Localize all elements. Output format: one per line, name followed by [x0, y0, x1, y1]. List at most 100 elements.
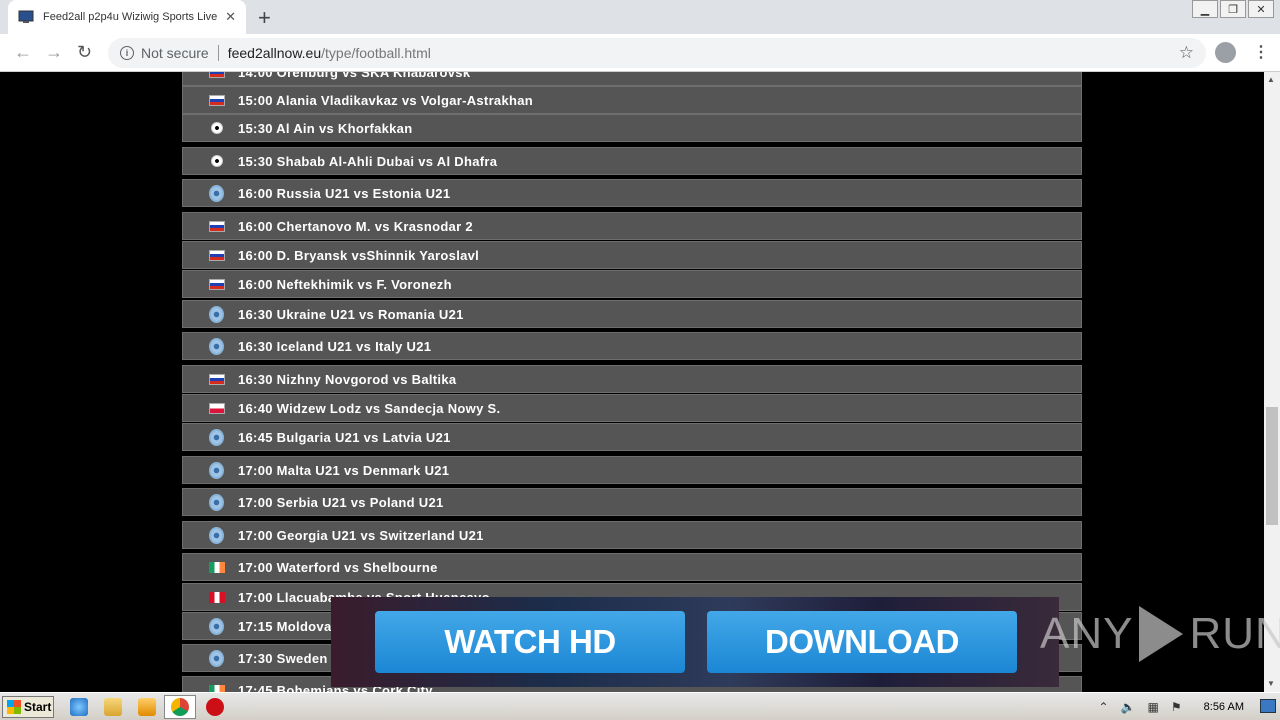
close-window-button[interactable]: ✕ — [1248, 0, 1274, 18]
volume-icon[interactable]: 🔈 — [1121, 700, 1136, 714]
uefa-icon — [209, 337, 224, 355]
divider — [217, 45, 219, 61]
new-tab-button[interactable]: + — [258, 5, 271, 31]
restore-button[interactable]: ❐ — [1220, 0, 1246, 18]
address-bar[interactable]: i Not secure feed2allnow.eu /type/footba… — [108, 38, 1206, 68]
uefa-icon — [209, 428, 224, 446]
start-label: Start — [24, 700, 52, 714]
match-title[interactable]: 16:45 Bulgaria U21 vs Latvia U21 — [238, 430, 451, 445]
match-row[interactable]: 16:30 Iceland U21 vs Italy U21 — [182, 332, 1082, 360]
profile-avatar-icon[interactable] — [1215, 42, 1236, 63]
security-label: Not secure — [141, 45, 209, 61]
match-title[interactable]: 15:30 Al Ain vs Khorfakkan — [238, 121, 412, 136]
uefa-icon — [209, 461, 224, 479]
browser-tab[interactable]: Feed2all p2p4u Wiziwig Sports Live F ✕ — [8, 0, 246, 34]
match-title[interactable]: 16:30 Iceland U21 vs Italy U21 — [238, 339, 431, 354]
scroll-up-icon[interactable]: ▲ — [1267, 75, 1275, 84]
russia-flag-icon — [209, 278, 225, 290]
bookmark-star-icon[interactable]: ☆ — [1179, 43, 1194, 63]
match-row[interactable]: 17:00 Waterford vs Shelbourne — [182, 553, 1082, 581]
windows-logo-icon — [7, 700, 21, 714]
match-row[interactable]: 16:00 Chertanovo M. vs Krasnodar 2 — [182, 212, 1082, 240]
match-title[interactable]: 16:40 Widzew Lodz vs Sandecja Nowy S. — [238, 401, 500, 416]
uefa-icon — [209, 526, 224, 544]
match-row[interactable]: 15:30 Al Ain vs Khorfakkan — [182, 114, 1082, 142]
ireland-flag-icon — [209, 561, 225, 573]
match-row[interactable]: 16:30 Nizhny Novgorod vs Baltika — [182, 365, 1082, 393]
match-row[interactable]: 17:00 Georgia U21 vs Switzerland U21 — [182, 521, 1082, 549]
match-row[interactable]: 16:00 Neftekhimik vs F. Voronezh — [182, 270, 1082, 298]
page-scrollbar[interactable]: ▲ ▼ — [1264, 72, 1280, 692]
watermark-text-left: ANY — [1040, 609, 1134, 658]
network-icon[interactable]: ▦ — [1148, 700, 1159, 714]
folder-icon[interactable] — [104, 698, 122, 716]
start-button[interactable]: Start — [2, 696, 54, 718]
show-desktop-icon[interactable] — [1260, 699, 1276, 713]
url-path: /type/football.html — [321, 45, 431, 61]
uefa-icon — [209, 649, 224, 667]
russia-flag-icon — [209, 373, 225, 385]
action-center-flag-icon[interactable]: ⚑ — [1171, 700, 1182, 714]
poland-flag-icon — [209, 402, 225, 414]
close-tab-icon[interactable]: ✕ — [225, 9, 236, 25]
match-row[interactable]: 15:00 Alania Vladikavkaz vs Volgar-Astra… — [182, 86, 1082, 114]
uefa-icon — [209, 305, 224, 323]
taskbar: Start ⌃ 🔈 ▦ ⚑ 8:56 AM — [0, 692, 1280, 720]
chrome-taskbar-button[interactable] — [164, 695, 196, 719]
uefa-icon — [209, 184, 224, 202]
football-icon — [211, 122, 223, 134]
match-title[interactable]: 15:30 Shabab Al-Ahli Dubai vs Al Dhafra — [238, 154, 497, 169]
match-row[interactable]: 16:00 Russia U21 vs Estonia U21 — [182, 179, 1082, 207]
match-title[interactable]: 17:00 Waterford vs Shelbourne — [238, 560, 438, 575]
download-button[interactable]: DOWNLOAD — [707, 611, 1017, 673]
tray-expand-icon[interactable]: ⌃ — [1099, 700, 1109, 714]
minimize-button[interactable]: ▁ — [1192, 0, 1218, 18]
media-player-icon[interactable] — [138, 698, 156, 716]
clock[interactable]: 8:56 AM — [1204, 701, 1244, 713]
match-row[interactable]: 16:40 Widzew Lodz vs Sandecja Nowy S. — [182, 394, 1082, 422]
match-row[interactable]: 16:00 D. Bryansk vsShinnik Yaroslavl — [182, 241, 1082, 269]
russia-flag-icon — [209, 220, 225, 232]
match-title[interactable]: 16:30 Nizhny Novgorod vs Baltika — [238, 372, 456, 387]
internet-explorer-icon[interactable] — [70, 698, 88, 716]
ad-banner[interactable]: WATCH HD DOWNLOAD — [331, 597, 1059, 687]
match-title[interactable]: 16:00 D. Bryansk vsShinnik Yaroslavl — [238, 248, 479, 263]
match-row[interactable]: 16:45 Bulgaria U21 vs Latvia U21 — [182, 423, 1082, 451]
ireland-flag-icon — [209, 684, 225, 692]
match-row[interactable]: 14:00 Orenburg vs SKA Khabarovsk — [182, 72, 1082, 86]
watch-hd-button[interactable]: WATCH HD — [375, 611, 685, 673]
match-title[interactable]: 17:15 Moldova — [238, 619, 331, 634]
anyrun-watermark: ANY RUN — [1040, 606, 1280, 662]
match-title[interactable]: 16:00 Chertanovo M. vs Krasnodar 2 — [238, 219, 473, 234]
match-title[interactable]: 14:00 Orenburg vs SKA Khabarovsk — [238, 72, 470, 80]
match-title[interactable]: 16:00 Russia U21 vs Estonia U21 — [238, 186, 450, 201]
match-title[interactable]: 17:00 Georgia U21 vs Switzerland U21 — [238, 528, 484, 543]
monitor-icon — [18, 10, 34, 23]
info-icon[interactable]: i — [120, 46, 134, 60]
match-row[interactable]: 16:30 Ukraine U21 vs Romania U21 — [182, 300, 1082, 328]
play-icon — [1139, 606, 1184, 662]
window-controls: ▁ ❐ ✕ — [1190, 0, 1274, 18]
russia-flag-icon — [209, 249, 225, 261]
match-title[interactable]: 17:30 Sweden — [238, 651, 328, 666]
match-title[interactable]: 17:00 Serbia U21 vs Poland U21 — [238, 495, 444, 510]
scroll-down-icon[interactable]: ▼ — [1267, 679, 1275, 688]
match-row[interactable]: 17:00 Malta U21 vs Denmark U21 — [182, 456, 1082, 484]
reload-icon[interactable]: ↻ — [77, 42, 92, 63]
back-icon[interactable]: ← — [14, 42, 32, 63]
match-title[interactable]: 17:00 Malta U21 vs Denmark U21 — [238, 463, 449, 478]
match-row[interactable]: 17:00 Serbia U21 vs Poland U21 — [182, 488, 1082, 516]
match-title[interactable]: 15:00 Alania Vladikavkaz vs Volgar-Astra… — [238, 93, 533, 108]
system-tray: ⌃ 🔈 ▦ ⚑ 8:56 AM — [1099, 693, 1280, 720]
opera-icon[interactable] — [206, 698, 224, 716]
russia-flag-icon — [209, 94, 225, 106]
match-title[interactable]: 16:30 Ukraine U21 vs Romania U21 — [238, 307, 464, 322]
match-row[interactable]: 15:30 Shabab Al-Ahli Dubai vs Al Dhafra — [182, 147, 1082, 175]
match-title[interactable]: 16:00 Neftekhimik vs F. Voronezh — [238, 277, 452, 292]
tab-title: Feed2all p2p4u Wiziwig Sports Live F — [43, 11, 219, 23]
forward-icon[interactable]: → — [45, 42, 63, 63]
scroll-thumb[interactable] — [1266, 407, 1278, 525]
kebab-menu-icon[interactable]: ⋮ — [1253, 42, 1269, 62]
tab-strip: Feed2all p2p4u Wiziwig Sports Live F ✕ +… — [0, 0, 1280, 34]
football-icon — [211, 155, 223, 167]
